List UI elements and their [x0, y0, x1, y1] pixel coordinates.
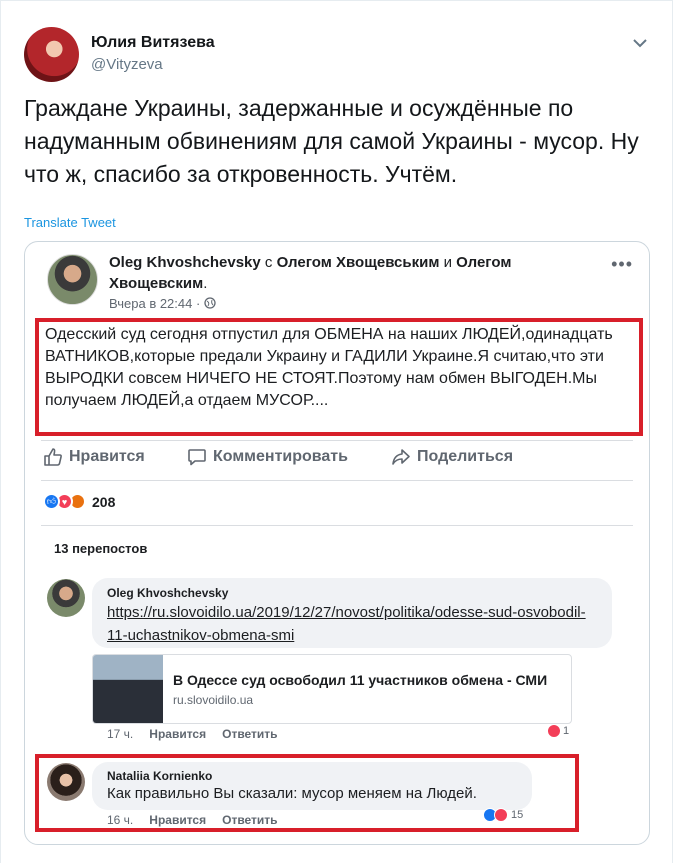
fb-reactions: 👍︎ ♥ 208	[43, 493, 115, 510]
love-reaction-icon	[547, 724, 561, 738]
comment-author: Nataliia Kornienko	[107, 769, 213, 783]
tweet-text: Граждане Украины, задержанные и осуждённ…	[24, 95, 639, 187]
translate-tweet-link[interactable]: Translate Tweet	[24, 215, 116, 230]
globe-icon	[204, 297, 216, 309]
preview-title: В Одессе суд освободил 11 участников обм…	[173, 672, 548, 688]
fb-time-text: Вчера в 22:44 ·	[109, 296, 204, 311]
fb-post-body: Одесский суд сегодня отпустил для ОБМЕНА…	[45, 326, 613, 409]
comment-reactions: 15	[483, 808, 523, 822]
embedded-screenshot: Oleg Khvoshchevsky с Олегом Хвощевським …	[24, 241, 650, 845]
comment-meta: 16 ч. Нравится Ответить	[107, 813, 278, 827]
fb-post-time: Вчера в 22:44 ·	[109, 296, 216, 311]
like-reaction-icon: 👍︎	[43, 493, 60, 510]
fb-tag-1: Олегом Хвощевським	[276, 254, 440, 271]
comment-reply: Ответить	[222, 813, 278, 827]
shares-label: 13 перепостов	[54, 541, 148, 556]
comment-link: https://ru.slovoidilo.ua/2019/12/27/novo…	[107, 604, 586, 644]
reactions-count: 208	[92, 493, 116, 510]
comment-time: 17 ч.	[107, 727, 134, 741]
comment-avatar	[47, 763, 85, 801]
author-name[interactable]: Юлия Витязева	[91, 34, 215, 52]
comment-reply: Ответить	[222, 727, 278, 741]
fb-comment-label: Комментировать	[213, 448, 348, 465]
fb-and-text: и	[439, 254, 457, 271]
fb-like-label: Нравится	[69, 448, 145, 465]
fb-like-action: Нравится	[43, 447, 145, 467]
fb-comment-action: Комментировать	[187, 447, 348, 467]
love-reaction-icon	[494, 808, 508, 822]
comment-reaction-count: 1	[563, 725, 570, 737]
comment-avatar	[47, 579, 85, 617]
link-preview: В Одессе суд освободил 11 участников обм…	[92, 654, 572, 724]
preview-domain: ru.slovoidilo.ua	[173, 693, 254, 707]
comment-reaction-count: 15	[511, 809, 524, 821]
divider	[41, 440, 633, 441]
tweet: Юлия Витязева @Vityzeva Граждане Украины…	[0, 0, 673, 863]
fb-author-avatar	[47, 254, 98, 305]
comment-meta: 17 ч. Нравится Ответить	[107, 727, 278, 741]
author-avatar[interactable]	[24, 27, 79, 82]
comment-like: Нравится	[149, 813, 207, 827]
comment-reactions: 1	[547, 724, 569, 738]
comment-icon	[188, 449, 206, 466]
more-options-icon: •••	[611, 254, 633, 274]
fb-author-name: Oleg Khvoshchevsky	[109, 254, 261, 271]
chevron-down-icon[interactable]	[630, 33, 650, 53]
divider	[41, 525, 633, 526]
comment-time: 16 ч.	[107, 813, 134, 827]
fb-share-label: Поделиться	[417, 448, 514, 465]
preview-image	[93, 655, 163, 723]
comment-author: Oleg Khvoshchevsky	[107, 586, 229, 600]
fb-post-header: Oleg Khvoshchevsky с Олегом Хвощевським …	[109, 252, 589, 294]
divider	[41, 480, 633, 481]
fb-period: .	[203, 275, 208, 292]
share-icon	[392, 449, 410, 465]
comment-like: Нравится	[149, 727, 207, 741]
comment-text: Как правильно Вы сказали: мусор меняем н…	[107, 785, 477, 802]
author-handle[interactable]: @Vityzeva	[91, 56, 163, 73]
fb-share-action: Поделиться	[391, 447, 513, 467]
thumbs-up-icon	[44, 448, 62, 466]
fb-with-text: с	[260, 254, 277, 271]
